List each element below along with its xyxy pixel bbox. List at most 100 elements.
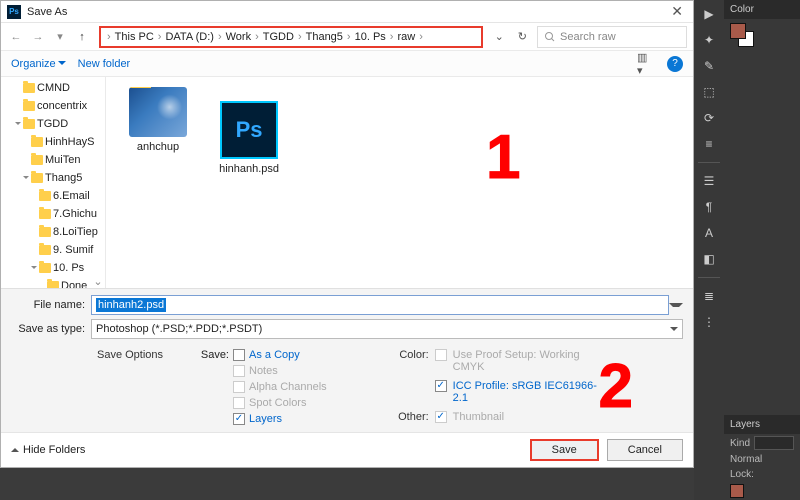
tree-item-label: 8.LoiTiep [53,226,98,238]
proof-checkbox [435,349,447,361]
tree-item[interactable]: TGDD [1,115,105,133]
view-mode-button[interactable]: ▥ ▾ [637,55,655,73]
layers-normal-label[interactable]: Normal [730,454,762,465]
layers-checkbox[interactable] [233,413,245,425]
recent-dropdown[interactable]: ▾ [51,28,69,46]
layers-kind-label: Kind [730,438,750,449]
as-a-copy-label[interactable]: As a Copy [249,349,300,361]
crumb-2[interactable]: Work [226,31,251,43]
folder-tree[interactable]: CMND concentrix TGDD HinhHayS MuiTen Thang56.… [1,77,106,288]
as-a-copy-checkbox[interactable] [233,349,245,361]
nav-row: ← → ▾ ↑ › This PC› DATA (D:)› Work› TGDD… [1,23,693,51]
folder-icon [39,263,51,273]
sliders-icon[interactable]: ≣ [699,286,719,306]
cancel-button[interactable]: Cancel [607,439,683,461]
crumb-3[interactable]: TGDD [263,31,294,43]
tree-item[interactable]: 10. Ps [1,259,105,277]
footer: Hide Folders Save Cancel [1,432,693,467]
proof-label: Use Proof Setup: Working CMYK [453,349,603,373]
more-icon[interactable]: ⋮ [699,312,719,332]
tree-item[interactable]: Done [1,277,105,288]
fg-bg-swatch[interactable] [730,23,754,47]
tree-item[interactable]: 8.LoiTiep [1,223,105,241]
notes-label: Notes [249,365,278,377]
file-list[interactable]: anhchup Ps hinhanh.psd 1 [106,77,693,288]
paragraph-icon[interactable]: ¶ [699,197,719,217]
color-panel-header[interactable]: Color [724,0,800,19]
tree-item[interactable]: Thang5 [1,169,105,187]
toolbar: Organize New folder ▥ ▾ ? [1,51,693,77]
filename-input[interactable]: hinhanh2.psd [91,295,669,315]
close-button[interactable]: ✕ [667,3,687,20]
swatches-icon[interactable]: ☰ [699,171,719,191]
save-button[interactable]: Save [530,439,599,461]
color-panel-body [724,19,800,69]
search-icon [544,31,556,43]
layer-thumb[interactable] [730,484,744,498]
type-select[interactable]: Photoshop (*.PSD;*.PDD;*.PSDT) [91,319,683,339]
organize-menu[interactable]: Organize [11,58,66,70]
refresh-button[interactable]: ↻ [512,30,533,43]
folder-icon [23,101,35,111]
file-label: hinhanh.psd [219,163,279,175]
crumb-4[interactable]: Thang5 [306,31,343,43]
play-icon[interactable]: ▶ [699,4,719,24]
ps-panels: Color Layers Kind Normal Lock: [724,0,800,500]
layers-label[interactable]: Layers [249,413,282,425]
icc-checkbox[interactable] [435,380,447,392]
tree-item-label: HinhHayS [45,136,95,148]
help-button[interactable]: ? [667,56,683,72]
brush-icon[interactable]: ✎ [699,56,719,76]
hide-folders-button[interactable]: Hide Folders [11,444,85,456]
file-item-psd[interactable]: Ps hinhanh.psd [209,101,289,175]
chevron-down-icon[interactable] [23,176,29,182]
tree-item[interactable]: MuiTen [1,151,105,169]
type-value: Photoshop (*.PSD;*.PDD;*.PSDT) [96,323,262,335]
new-folder-button[interactable]: New folder [78,58,131,70]
tree-item-label: concentrix [37,100,87,112]
folder-icon [39,209,51,219]
tree-item-label: MuiTen [45,154,80,166]
chevron-down-icon[interactable] [31,266,37,272]
layers-panel-header[interactable]: Layers [724,415,800,434]
crumb-5[interactable]: 10. Ps [355,31,386,43]
filename-dropdown[interactable] [669,303,683,311]
tree-item-label: 7.Ghichu [53,208,97,220]
tree-item[interactable]: HinhHayS [1,133,105,151]
tree-item-label: 10. Ps [53,262,84,274]
crumb-0[interactable]: This PC [115,31,154,43]
folder-icon [39,245,51,255]
save-sublabel: Save: [197,349,229,361]
app-icon: Ps [7,5,21,19]
character-icon[interactable]: A [699,223,719,243]
folder-icon [39,227,51,237]
search-input[interactable]: Search raw [537,26,687,48]
folder-icon [31,155,43,165]
tree-item[interactable]: CMND [1,79,105,97]
history-icon[interactable]: ⟳ [699,108,719,128]
sparkle-icon[interactable]: ✦ [699,30,719,50]
tree-item[interactable]: concentrix [1,97,105,115]
tree-item[interactable]: 6.Email [1,187,105,205]
breadcrumb[interactable]: › This PC› DATA (D:)› Work› TGDD› Thang5… [99,26,483,48]
tree-item[interactable]: 9. Sumif [1,241,105,259]
file-item-folder[interactable]: anhchup [118,87,198,153]
window-title: Save As [27,6,667,18]
up-button[interactable]: ↑ [73,28,91,46]
chevron-down-icon[interactable] [15,122,21,128]
back-button[interactable]: ← [7,28,25,46]
crumb-6[interactable]: raw [397,31,415,43]
forward-button: → [29,28,47,46]
ruler-icon[interactable]: ≡ [699,134,719,154]
chevron-up-icon [11,444,19,452]
crumb-1[interactable]: DATA (D:) [165,31,213,43]
layers-icon[interactable]: ◧ [699,249,719,269]
breadcrumb-dropdown[interactable]: ⌄ [491,30,508,43]
psd-icon: Ps [220,101,278,159]
layers-kind-select[interactable] [754,436,794,450]
annotation-2: 2 [599,351,633,422]
stamp-icon[interactable]: ⬚ [699,82,719,102]
tree-item[interactable]: 7.Ghichu [1,205,105,223]
tree-scroll-down[interactable]: ⌄ [91,274,105,288]
icc-label[interactable]: ICC Profile: sRGB IEC61966-2.1 [453,380,603,404]
